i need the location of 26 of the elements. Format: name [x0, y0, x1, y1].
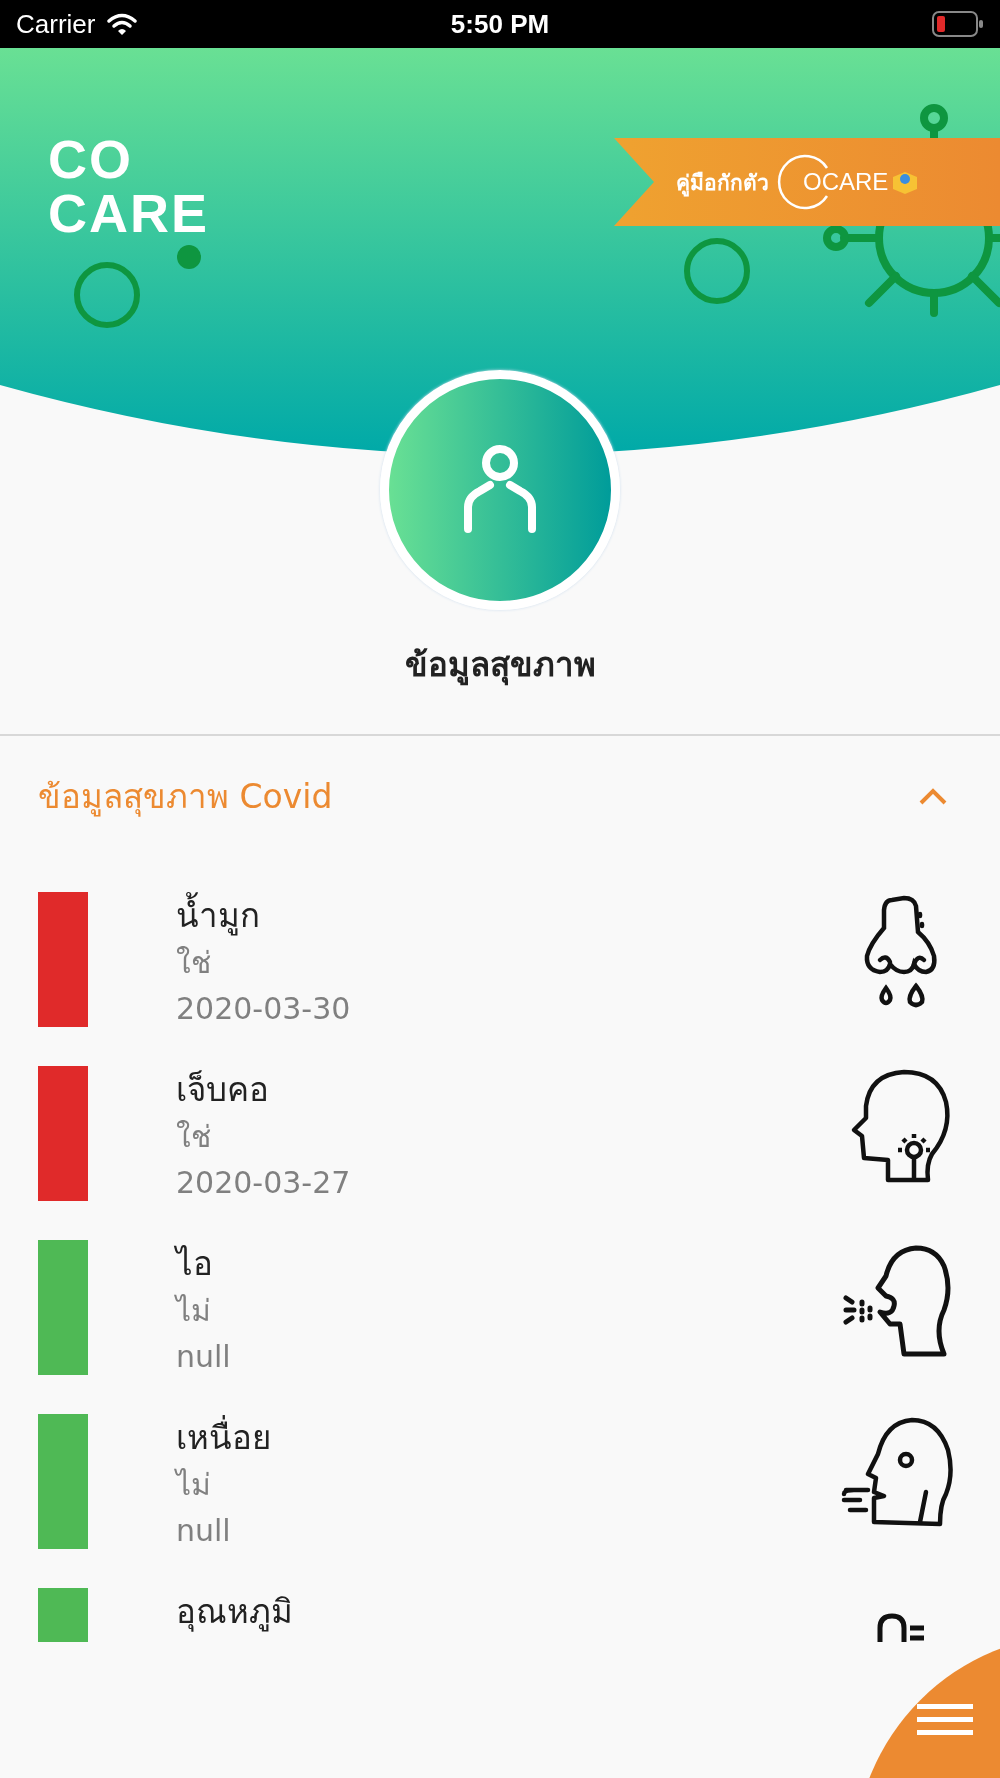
- dot-drawing: [176, 244, 202, 270]
- symptom-name: เหนื่อย: [176, 1414, 271, 1462]
- symptom-name: เจ็บคอ: [176, 1069, 270, 1111]
- battery-icon: [932, 11, 984, 37]
- app-logo: CO CARE: [48, 132, 209, 240]
- symptom-answer: ไม่: [176, 1292, 212, 1330]
- symptom-name: ไอ: [176, 1243, 214, 1285]
- ring-drawing: [72, 260, 142, 330]
- symptom-date: null: [176, 1338, 231, 1376]
- symptom-answer: ใช่: [176, 944, 212, 982]
- symptom-name: อุณหภูมิ: [176, 1591, 293, 1634]
- symptom-date: 2020-03-30: [176, 990, 351, 1028]
- collapse-icon[interactable]: [918, 786, 948, 806]
- clock-time: 5:50 PM: [450, 8, 550, 40]
- ring-drawing: [682, 236, 752, 306]
- guide-banner[interactable]: คู่มือกักตัว OCARE: [614, 138, 1000, 226]
- symptom-date: null: [176, 1512, 232, 1550]
- wifi-icon: [107, 13, 138, 35]
- page-title: ข้อมูลสุขภาพ: [403, 644, 597, 688]
- symptom-date: 2020-03-27: [176, 1164, 351, 1202]
- symptom-answer: ไม่: [176, 1466, 212, 1504]
- menu-icon: [917, 1704, 973, 1735]
- symptom-name: น้ำมูก: [176, 892, 351, 940]
- carrier-name: Carrier: [16, 8, 96, 40]
- symptom-answer: ใช่: [176, 1118, 212, 1156]
- section-title[interactable]: ข้อมูลสุขภาพ Covid: [38, 769, 333, 823]
